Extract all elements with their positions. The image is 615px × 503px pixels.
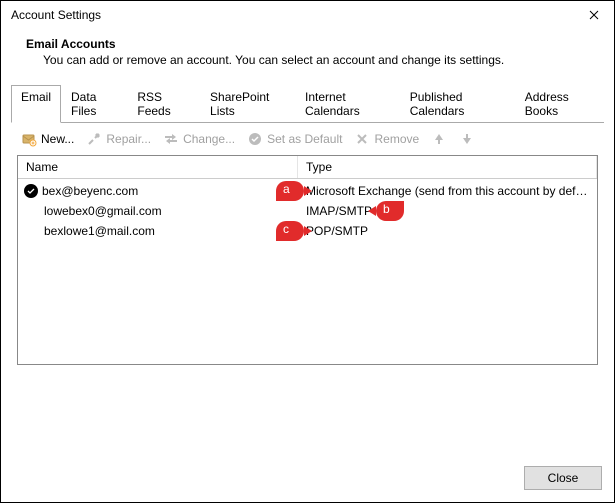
new-icon [21, 131, 37, 147]
column-header-name[interactable]: Name [18, 156, 298, 178]
account-type: POP/SMTP [298, 224, 597, 238]
close-icon [589, 10, 599, 20]
check-circle-icon [247, 131, 263, 147]
callout-b [376, 201, 404, 221]
header-title: Email Accounts [26, 37, 589, 51]
set-default-button[interactable]: Set as Default [243, 129, 346, 149]
tab-internet-calendars[interactable]: Internet Calendars [295, 85, 400, 123]
arrow-up-icon [431, 131, 447, 147]
header: Email Accounts You can add or remove an … [1, 29, 614, 85]
header-subtitle: You can add or remove an account. You ca… [26, 51, 589, 67]
list-header: Name Type [18, 156, 597, 179]
set-default-label: Set as Default [267, 132, 342, 146]
tab-sharepoint-lists[interactable]: SharePoint Lists [200, 85, 295, 123]
remove-icon [354, 131, 370, 147]
account-type: IMAP/SMTP [298, 204, 597, 218]
change-button[interactable]: Change... [159, 129, 239, 149]
arrow-down-icon [459, 131, 475, 147]
repair-button[interactable]: Repair... [82, 129, 155, 149]
close-button[interactable]: Close [524, 466, 602, 490]
accounts-list: Name Type bex@beyenc.com Microsoft Excha… [17, 155, 598, 365]
tab-data-files[interactable]: Data Files [61, 85, 127, 123]
callout-c [276, 221, 304, 241]
tab-strip: Email Data Files RSS Feeds SharePoint Li… [11, 85, 604, 123]
change-icon [163, 131, 179, 147]
column-header-type[interactable]: Type [298, 156, 597, 178]
tab-rss-feeds[interactable]: RSS Feeds [127, 85, 200, 123]
repair-label: Repair... [106, 132, 151, 146]
titlebar: Account Settings [1, 1, 614, 29]
remove-label: Remove [374, 132, 419, 146]
window-title: Account Settings [11, 8, 101, 22]
tab-email[interactable]: Email [11, 85, 61, 123]
table-row[interactable]: lowebex0@gmail.com IMAP/SMTP [18, 201, 597, 221]
close-button-label: Close [548, 471, 579, 485]
tab-published-calendars[interactable]: Published Calendars [400, 85, 515, 123]
new-label: New... [41, 132, 74, 146]
repair-icon [86, 131, 102, 147]
new-button[interactable]: New... [17, 129, 78, 149]
move-down-button[interactable] [455, 129, 479, 149]
account-name: bexlowe1@mail.com [44, 224, 155, 238]
window-close-button[interactable] [574, 1, 614, 29]
table-row[interactable]: bex@beyenc.com Microsoft Exchange (send … [18, 181, 597, 201]
tab-address-books[interactable]: Address Books [515, 85, 604, 123]
default-account-icon [24, 184, 38, 198]
change-label: Change... [183, 132, 235, 146]
remove-button[interactable]: Remove [350, 129, 423, 149]
callout-a [276, 181, 304, 201]
account-type: Microsoft Exchange (send from this accou… [298, 184, 597, 198]
move-up-button[interactable] [427, 129, 451, 149]
account-name: lowebex0@gmail.com [44, 204, 162, 218]
table-row[interactable]: bexlowe1@mail.com POP/SMTP [18, 221, 597, 241]
footer: Close [524, 466, 602, 490]
account-name: bex@beyenc.com [42, 184, 138, 198]
toolbar: New... Repair... Change... Set as Defaul… [1, 123, 614, 155]
